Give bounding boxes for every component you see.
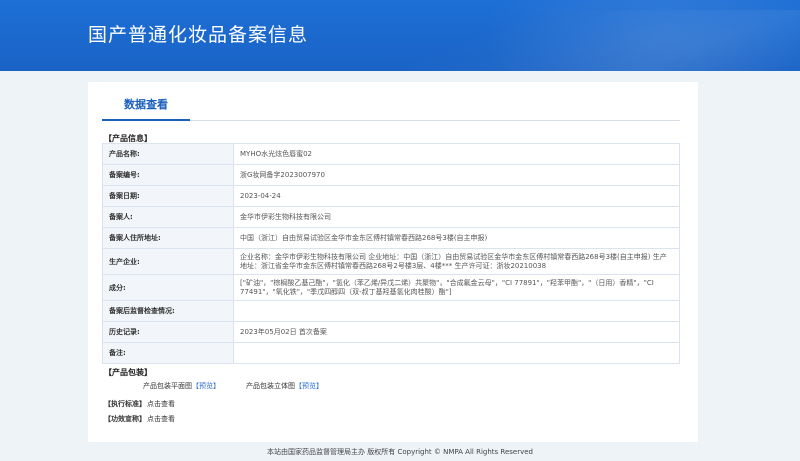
table-row: 生产企业: 企业名称：金华市伊彩生物科技有限公司 企业地址：中国（浙江）自由贸易… [102, 248, 680, 275]
table-row: 备案后监督检查情况: [102, 300, 680, 322]
row-key: 产品名称: [102, 143, 234, 165]
row-value: 企业名称：金华市伊彩生物科技有限公司 企业地址：中国（浙江）自由贸易试验区金华市… [233, 248, 680, 275]
packaging-solid-item: 产品包装立体图【预览】 [246, 381, 323, 391]
banner-decoration [300, 10, 800, 71]
footer-copyright: 本站由国家药品监督管理局主办 版权所有 Copyright © NMPA All… [267, 448, 533, 456]
row-key: 成分: [102, 274, 234, 301]
row-value: 2023-04-24 [233, 185, 680, 207]
row-key: 备案人: [102, 206, 234, 228]
page-title: 国产普通化妆品备案信息 [88, 24, 309, 46]
tab-data-view[interactable]: 数据查看 [102, 90, 190, 121]
row-key: 备案日期: [102, 185, 234, 207]
efficacy-label: 【功效宣称】 [104, 415, 146, 423]
row-key: 备案编号: [102, 164, 234, 186]
table-row: 备案人住所地址: 中国（浙江）自由贸易试验区金华市金东区傅村镇常春西路268号3… [102, 227, 680, 249]
tab-bar: 数据查看 [102, 90, 680, 121]
row-value: 2023年05月02日 首次备案 [233, 321, 680, 343]
efficacy-view-link[interactable]: 点击查看 [147, 414, 175, 424]
packaging-flat-label: 产品包装平面图 [143, 382, 192, 390]
table-row: 备案人: 金华市伊彩生物科技有限公司 [102, 206, 680, 228]
table-row: 产品名称: MYHO水光炫色唇蜜02 [102, 143, 680, 165]
product-info-table: 产品名称: MYHO水光炫色唇蜜02 备案编号: 浙G妆网备字202300797… [102, 143, 680, 364]
row-value: ["矿油"，"棕榈酸乙基己酯"，"氢化（苯乙烯/异戊二烯）共聚物"，"合成氟金云… [233, 274, 680, 301]
packaging-solid-preview-link[interactable]: 【预览】 [295, 382, 323, 390]
row-key: 备案后监督检查情况: [102, 300, 234, 322]
table-row: 备案日期: 2023-04-24 [102, 185, 680, 207]
table-row: 备案编号: 浙G妆网备字2023007970 [102, 164, 680, 186]
row-value: MYHO水光炫色唇蜜02 [233, 143, 680, 165]
packaging-solid-label: 产品包装立体图 [246, 382, 295, 390]
header-banner: 国产普通化妆品备案信息 [0, 0, 800, 71]
row-key: 历史记录: [102, 321, 234, 343]
efficacy-row: 【功效宣称】 [104, 414, 146, 424]
section-label-packaging: 【产品包装】 [104, 368, 152, 377]
packaging-flat-preview-link[interactable]: 【预览】 [192, 382, 220, 390]
table-row: 成分: ["矿油"，"棕榈酸乙基己酯"，"氢化（苯乙烯/异戊二烯）共聚物"，"合… [102, 274, 680, 301]
table-row: 备注: [102, 342, 680, 364]
row-value [233, 342, 680, 364]
row-key: 生产企业: [102, 248, 234, 275]
row-value [233, 300, 680, 322]
row-key: 备注: [102, 342, 234, 364]
row-value: 中国（浙江）自由贸易试验区金华市金东区傅村镇常春西路268号3楼(自主申报) [233, 227, 680, 249]
table-row: 历史记录: 2023年05月02日 首次备案 [102, 321, 680, 343]
standard-label: 【执行标准】 [104, 400, 146, 408]
row-value: 浙G妆网备字2023007970 [233, 164, 680, 186]
row-key: 备案人住所地址: [102, 227, 234, 249]
standard-row: 【执行标准】 [104, 399, 146, 409]
standard-view-link[interactable]: 点击查看 [147, 399, 175, 409]
packaging-flat-item: 产品包装平面图【预览】 [143, 381, 220, 391]
row-value: 金华市伊彩生物科技有限公司 [233, 206, 680, 228]
